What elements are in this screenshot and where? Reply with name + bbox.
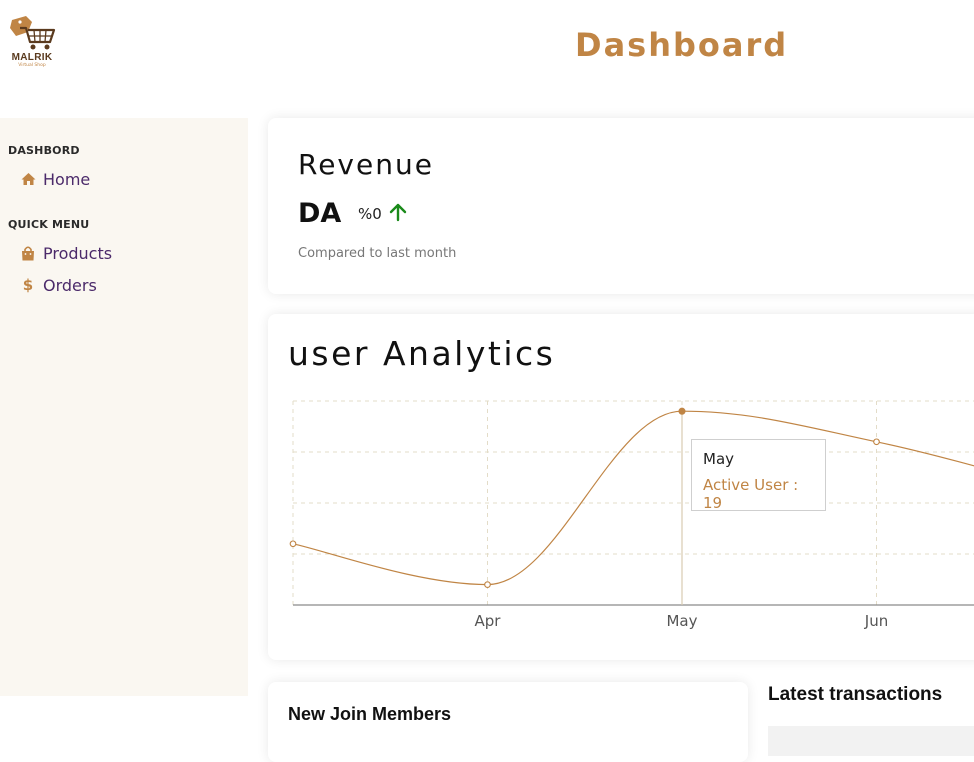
logo-name: MALRIK (11, 52, 53, 63)
sidebar-item-label: Products (43, 243, 113, 263)
home-icon (20, 171, 36, 187)
data-point (484, 581, 491, 588)
sidebar-item-orders[interactable]: $ Orders (20, 274, 97, 296)
data-point (678, 407, 686, 415)
revenue-title: Revenue (298, 148, 434, 181)
transactions-table (768, 726, 974, 756)
page-title: Dashboard (575, 26, 789, 64)
chart-tooltip: May Active User : 19 (691, 439, 826, 512)
dollar-icon: $ (22, 276, 34, 294)
arrow-up-icon (388, 202, 408, 226)
sidebar-item-home[interactable]: Home (20, 168, 90, 190)
shopping-bag-icon (20, 245, 36, 261)
sidebar-heading-quick-menu: QUICK MENU (8, 218, 90, 231)
x-tick-label: Jun (864, 612, 888, 630)
logo-subtitle: Virtual Shop (18, 63, 46, 68)
user-analytics-chart[interactable]: Apr May Jun (268, 314, 974, 660)
revenue-rate: %0 (358, 205, 382, 223)
series-line-active-users (292, 410, 974, 586)
sidebar-item-label: Home (43, 169, 91, 189)
sidebar-heading-dashboard: DASHBORD (8, 144, 80, 157)
sidebar-item-label: Orders (43, 275, 97, 295)
revenue-card: Revenue DA %0 Compared to last month (268, 118, 974, 294)
sidebar: DASHBORD Home QUICK MENU Products $ Orde… (0, 118, 248, 696)
data-point (873, 438, 880, 446)
revenue-amount: DA (298, 198, 342, 229)
revenue-subtitle: Compared to last month (298, 246, 457, 261)
x-tick-label: Apr (475, 612, 502, 630)
data-point (289, 540, 297, 548)
tooltip-value: Active User : 19 (703, 476, 799, 512)
x-tick-label: May (666, 612, 697, 630)
cart-tag-icon (10, 16, 56, 50)
sidebar-item-products[interactable]: Products (20, 242, 112, 264)
new-members-card: New Join Members (268, 682, 748, 762)
members-title: New Join Members (288, 704, 452, 724)
transactions-title: Latest transactions (768, 684, 943, 705)
tooltip-label: May (703, 450, 735, 468)
analytics-card: user Analytics Apr May Jun May Active User… (268, 314, 974, 660)
shop-logo[interactable]: MALRIK Virtual Shop (6, 14, 58, 76)
